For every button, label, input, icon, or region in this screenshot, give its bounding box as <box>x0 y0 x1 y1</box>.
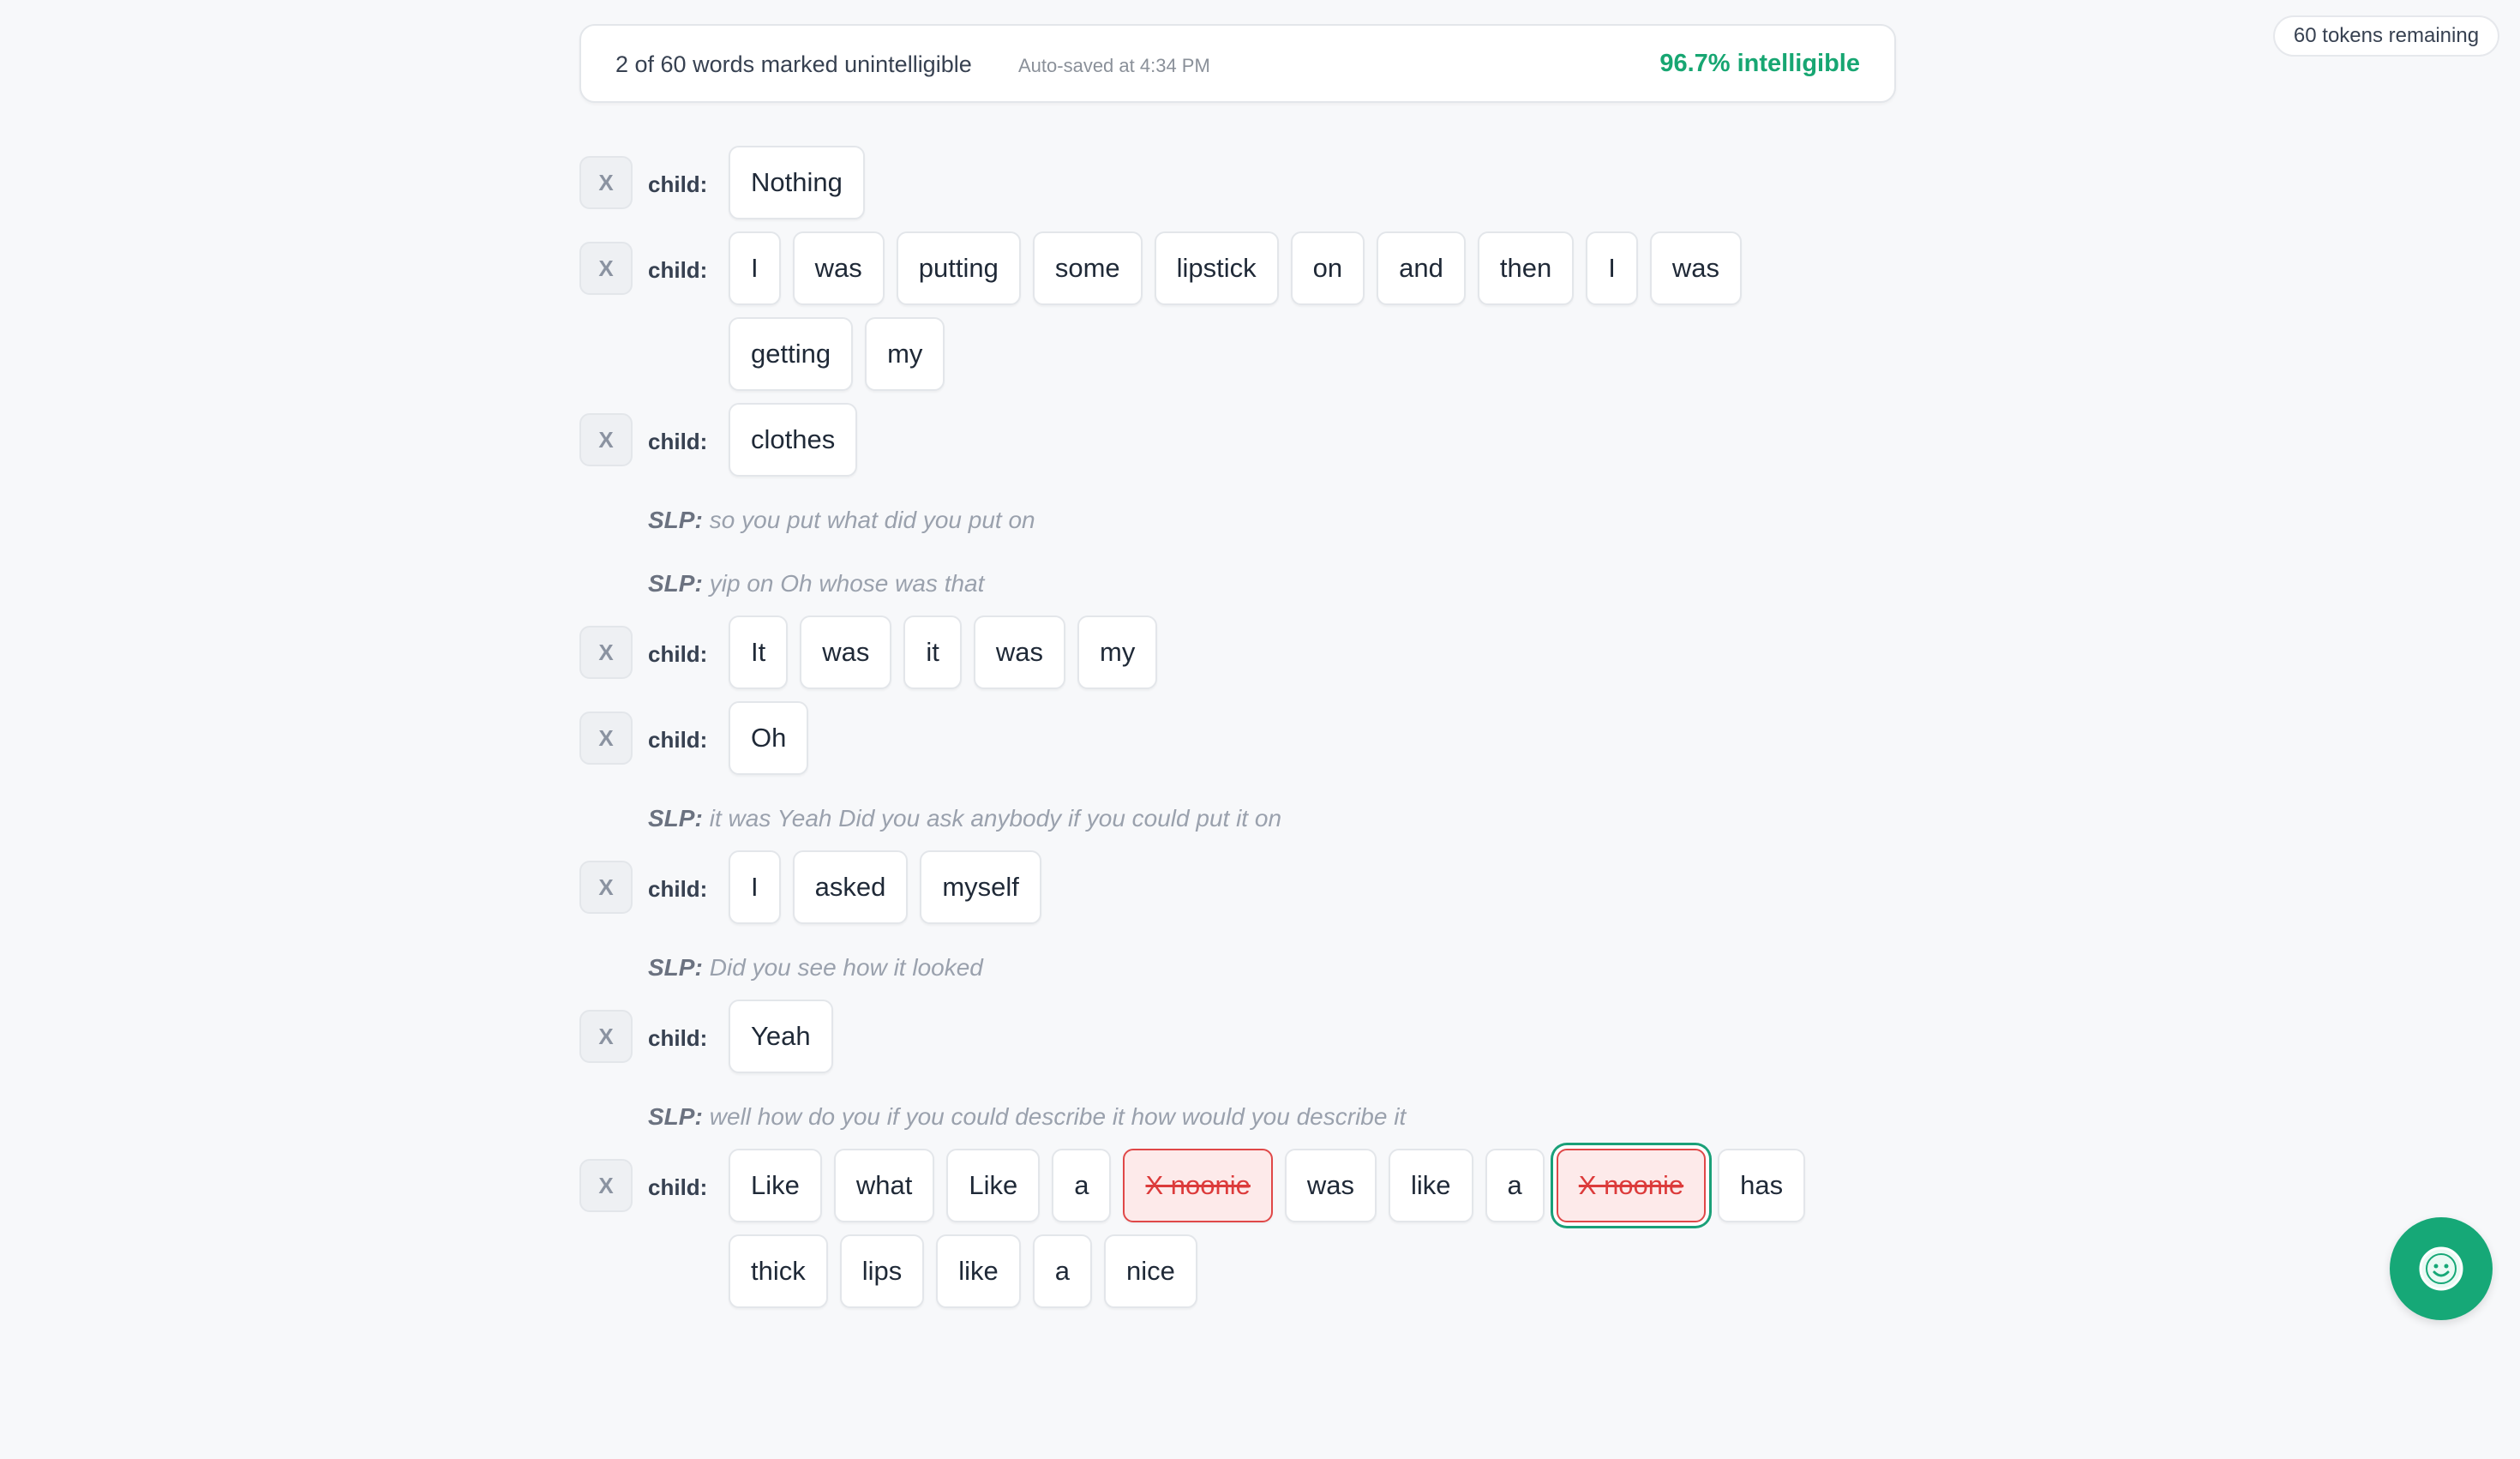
word-token[interactable]: a <box>1485 1149 1545 1222</box>
status-bar: 2 of 60 words marked unintelligible Auto… <box>579 24 1896 103</box>
word-token[interactable]: some <box>1032 231 1143 305</box>
word-token[interactable]: my <box>865 317 945 391</box>
word-token[interactable]: putting <box>896 231 1021 305</box>
mark-utterance-button[interactable]: X <box>579 413 633 466</box>
speaker-label: child: <box>648 171 708 197</box>
utterance-row: Xchild: Like what Like a X noonie was like a X no… <box>579 1149 1951 1320</box>
word-token[interactable]: It <box>729 615 789 689</box>
speaker-label: child: <box>648 1174 708 1200</box>
word-token[interactable]: like <box>936 1234 1021 1308</box>
word-token[interactable]: thick <box>729 1234 828 1308</box>
word-token[interactable]: was <box>1649 231 1742 305</box>
mark-utterance-button[interactable]: X <box>579 861 633 914</box>
utterance-row: Xchild: Oh <box>579 701 1951 787</box>
slp-text: so you put what did you put on <box>709 507 1035 533</box>
utterance-row: Xchild: Iwas putting some lipstick on and then I… <box>579 231 1951 403</box>
word-list: Oh <box>729 701 1860 787</box>
slp-speaker-label: SLP: <box>648 1103 703 1130</box>
word-list: Like what Like a X noonie was like a X noonie has… <box>729 1149 1860 1320</box>
slp-speaker-label: SLP: <box>648 507 703 533</box>
word-token[interactable]: a <box>1032 1234 1093 1308</box>
word-token[interactable]: Nothing <box>729 146 865 219</box>
word-list: Nothing <box>729 146 1860 231</box>
word-list: Iasked myself <box>729 850 1860 936</box>
speaker-label: child: <box>648 1025 708 1051</box>
utterance-row: Xchild: Nothing <box>579 146 1951 231</box>
slp-utterance: SLP: it was Yeah Did you ask anybody if y… <box>648 787 1951 850</box>
word-token[interactable]: has <box>1718 1149 1806 1222</box>
speaker-label: child: <box>648 641 708 667</box>
slp-speaker-label: SLP: <box>648 805 703 832</box>
slp-text: it was Yeah Did you ask anybody if you c… <box>709 805 1282 832</box>
slp-utterance: SLP: Did you see how it looked <box>648 936 1951 1000</box>
slp-utterance: SLP: well how do you if you could describ… <box>648 1085 1951 1149</box>
slp-speaker-label: SLP: <box>648 570 703 597</box>
word-token[interactable]: Like <box>946 1149 1041 1222</box>
word-token[interactable]: Yeah <box>729 1000 833 1073</box>
word-token[interactable]: it <box>903 615 962 689</box>
word-token[interactable]: Oh <box>729 701 809 775</box>
intelligibility-score: 96.7% intelligible <box>1659 50 1860 77</box>
word-list: Yeah <box>729 1000 1860 1085</box>
word-token[interactable]: clothes <box>729 403 858 477</box>
word-token[interactable]: and <box>1377 231 1466 305</box>
smiley-face-icon <box>2419 1246 2463 1291</box>
mark-utterance-button[interactable]: X <box>579 1159 633 1212</box>
word-token[interactable]: lips <box>839 1234 925 1308</box>
help-button[interactable] <box>2390 1217 2493 1320</box>
autosave-status: Auto-saved at 4:34 PM <box>1018 55 1210 76</box>
word-token[interactable]: I <box>1586 231 1638 305</box>
word-token-unintelligible[interactable]: X noonie <box>1556 1149 1707 1222</box>
word-token[interactable]: nice <box>1104 1234 1197 1308</box>
marked-count: 2 of 60 words marked unintelligible <box>615 51 972 77</box>
speaker-label: child: <box>648 257 708 283</box>
slp-text: well how do you if you could describe it… <box>709 1103 1407 1130</box>
utterance-row: Xchild: clothes <box>579 403 1951 489</box>
word-token[interactable]: I <box>729 231 781 305</box>
word-token[interactable]: getting <box>729 317 854 391</box>
slp-text: Did you see how it looked <box>709 954 983 981</box>
word-token[interactable]: Like <box>729 1149 822 1222</box>
mark-utterance-button[interactable]: X <box>579 242 633 295</box>
slp-speaker-label: SLP: <box>648 954 703 981</box>
utterance-row: Xchild: Iasked myself <box>579 850 1951 936</box>
word-token[interactable]: what <box>833 1149 935 1222</box>
word-token-unintelligible[interactable]: X noonie <box>1123 1149 1273 1222</box>
slp-utterance: SLP: so you put what did you put on <box>648 489 1951 552</box>
word-token[interactable]: on <box>1290 231 1365 305</box>
slp-text: yip on Oh whose was that <box>709 570 985 597</box>
tokens-remaining-badge: 60 tokens remaining <box>2273 15 2499 57</box>
word-token[interactable]: I <box>729 850 781 924</box>
word-token[interactable]: then <box>1477 231 1575 305</box>
word-token[interactable]: was <box>792 231 885 305</box>
word-token[interactable]: was <box>800 615 892 689</box>
speaker-label: child: <box>648 429 708 454</box>
word-list: Iwas putting some lipstick on and then Iwas gett… <box>729 231 1860 403</box>
word-token[interactable]: a <box>1052 1149 1112 1222</box>
mark-utterance-button[interactable]: X <box>579 156 633 209</box>
speaker-label: child: <box>648 727 708 753</box>
word-token[interactable]: was <box>973 615 1066 689</box>
mark-utterance-button[interactable]: X <box>579 711 633 765</box>
word-token[interactable]: lipstick <box>1154 231 1279 305</box>
word-token[interactable]: was <box>1284 1149 1377 1222</box>
slp-utterance: SLP: yip on Oh whose was that <box>648 552 1951 615</box>
mark-utterance-button[interactable]: X <box>579 626 633 679</box>
transcript: Xchild: Nothing Xchild: Iwas putting some lips… <box>579 146 1951 1320</box>
speaker-label: child: <box>648 876 708 902</box>
mark-utterance-button[interactable]: X <box>579 1010 633 1063</box>
word-token[interactable]: myself <box>920 850 1041 924</box>
utterance-row: Xchild: It was it was my <box>579 615 1951 701</box>
word-token[interactable]: like <box>1389 1149 1473 1222</box>
word-token[interactable]: asked <box>792 850 909 924</box>
word-token[interactable]: my <box>1077 615 1158 689</box>
word-list: clothes <box>729 403 1860 489</box>
word-list: It was it was my <box>729 615 1860 701</box>
utterance-row: Xchild: Yeah <box>579 1000 1951 1085</box>
